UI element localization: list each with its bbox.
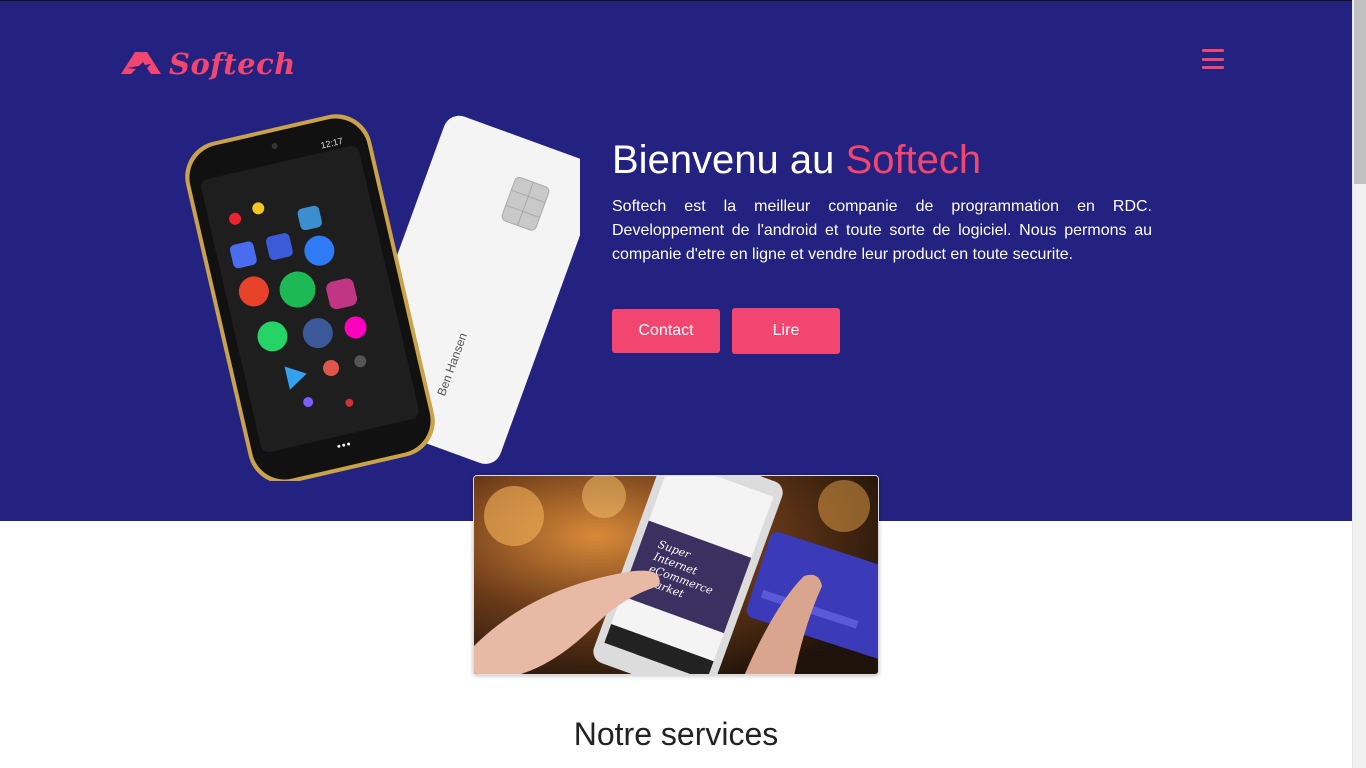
brand-name: Softech bbox=[169, 47, 296, 81]
read-more-button[interactable]: Lire bbox=[732, 308, 840, 354]
hero-title: Bienvenu au Softech bbox=[612, 138, 981, 183]
hamburger-icon-bar bbox=[1202, 49, 1224, 52]
contact-button[interactable]: Contact bbox=[612, 309, 720, 353]
hamburger-icon-bar bbox=[1202, 66, 1224, 69]
scrollbar-thumb[interactable] bbox=[1354, 0, 1366, 184]
menu-toggle-button[interactable] bbox=[1201, 47, 1225, 71]
hero-title-accent: Softech bbox=[845, 138, 982, 182]
shopping-phone-photo: Super Internet eCommerce Market bbox=[474, 476, 878, 674]
hero-title-prefix: Bienvenu au bbox=[612, 138, 846, 182]
logo-mark-icon bbox=[121, 52, 161, 74]
brand-logo[interactable]: Softech bbox=[121, 47, 296, 81]
phone-and-card-illustration: Ben Hansen 12:17 bbox=[185, 114, 580, 481]
page-scrollbar[interactable] bbox=[1352, 0, 1366, 768]
hero-description: Softech est la meilleur companie de prog… bbox=[612, 198, 1152, 263]
services-section-title: Notre services bbox=[573, 716, 779, 752]
ecommerce-feature-image: Super Internet eCommerce Market bbox=[473, 475, 879, 675]
hero-section: Softech Ben Hansen 12:17 Bienvenu au Sof… bbox=[0, 0, 1352, 521]
hamburger-icon-bar bbox=[1202, 57, 1224, 61]
